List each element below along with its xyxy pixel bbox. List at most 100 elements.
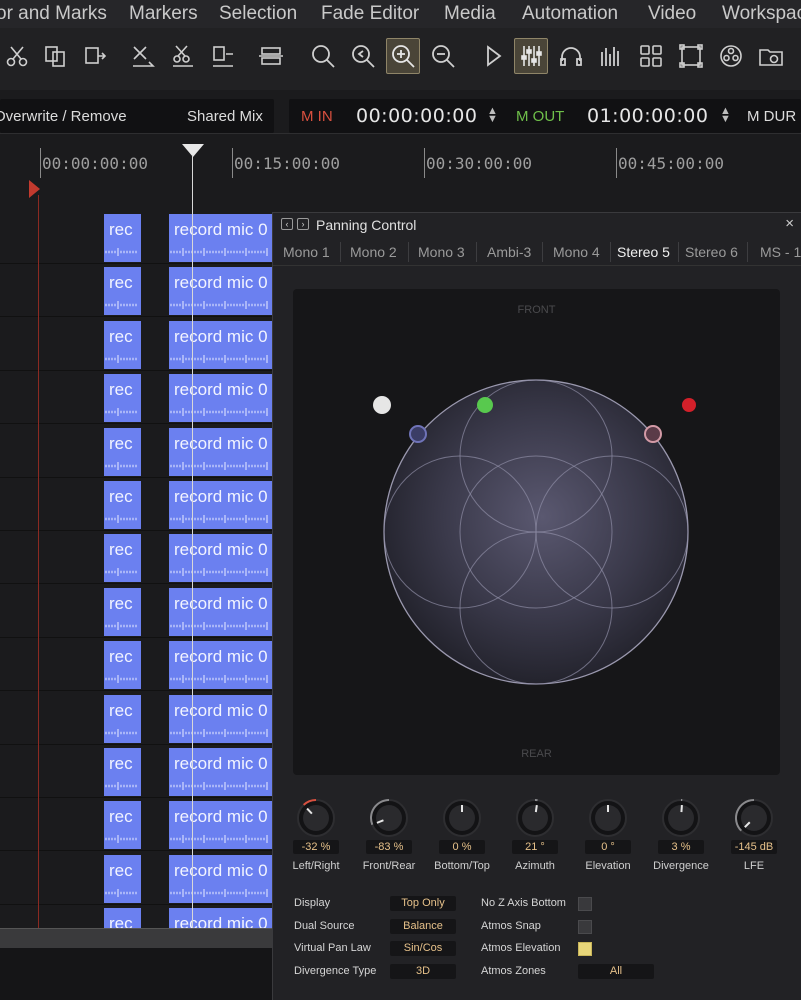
clip-long[interactable]: record mic 0 bbox=[169, 427, 272, 476]
panel-next-icon[interactable]: › bbox=[297, 218, 309, 230]
timeline-ruler[interactable]: 00:00:00:00 00:15:00:00 00:30:00:00 00:4… bbox=[0, 133, 801, 211]
clip-short[interactable]: rec bbox=[104, 267, 141, 316]
clip-short[interactable]: rec bbox=[104, 320, 141, 369]
frame-icon[interactable] bbox=[674, 38, 708, 74]
playhead-line[interactable] bbox=[192, 155, 193, 928]
clip-short[interactable]: rec bbox=[104, 748, 141, 796]
tab-mono-1[interactable]: Mono 1 bbox=[283, 244, 330, 260]
clip-short[interactable]: rec bbox=[104, 908, 141, 928]
panel-prev-icon[interactable]: ‹ bbox=[281, 218, 293, 230]
clip-long[interactable]: record mic 0 bbox=[169, 267, 272, 316]
display-dropdown[interactable]: Top Only bbox=[390, 896, 456, 911]
grid-icon[interactable] bbox=[634, 38, 668, 74]
scissors-icon[interactable] bbox=[0, 38, 34, 74]
knob-value[interactable]: 3 % bbox=[658, 840, 704, 854]
knob-elevation[interactable]: 0 ° Elevation bbox=[573, 796, 643, 876]
playhead-icon[interactable] bbox=[182, 144, 204, 158]
copy-icon[interactable] bbox=[38, 38, 72, 74]
divergence-type-dropdown[interactable]: 3D bbox=[390, 964, 456, 979]
m-out-stepper-icon[interactable]: ▲ ▼ bbox=[720, 106, 731, 125]
menu-editor-and-marks[interactable]: or and Marks bbox=[0, 3, 107, 25]
clip-long[interactable]: record mic 0 bbox=[169, 481, 272, 529]
tab-mono-3[interactable]: Mono 3 bbox=[418, 244, 465, 260]
tab-ms-1[interactable]: MS - 1 bbox=[760, 244, 801, 260]
track-lane[interactable]: rec record mic 0 bbox=[0, 639, 272, 692]
close-icon[interactable]: × bbox=[785, 215, 794, 232]
loop-icon[interactable] bbox=[254, 38, 288, 74]
track-lane[interactable]: rec record mic 0 bbox=[0, 265, 272, 318]
tab-mono-4[interactable]: Mono 4 bbox=[553, 244, 600, 260]
menu-fade-editor[interactable]: Fade Editor bbox=[321, 3, 419, 25]
tab-stereo-5[interactable]: Stereo 5 bbox=[617, 244, 670, 260]
dual-source-dropdown[interactable]: Balance bbox=[390, 919, 456, 934]
m-in-timecode[interactable]: 00:00:00:00 bbox=[356, 105, 477, 127]
overwrite-remove-mode[interactable]: Overwrite / Remove bbox=[0, 108, 127, 125]
track-lane[interactable]: rec record mic 0 bbox=[0, 853, 272, 905]
cut-all-icon[interactable] bbox=[166, 38, 200, 74]
marker-in-flag-icon[interactable] bbox=[29, 180, 41, 198]
mixer-icon[interactable] bbox=[514, 38, 548, 74]
meters-icon[interactable] bbox=[594, 38, 628, 74]
m-in-stepper-icon[interactable]: ▲ ▼ bbox=[487, 106, 498, 125]
folder-icon[interactable] bbox=[754, 38, 788, 74]
knob-value[interactable]: 0 ° bbox=[585, 840, 631, 854]
clip-short[interactable]: rec bbox=[104, 587, 141, 636]
knob-bottom-top[interactable]: 0 % Bottom/Top bbox=[427, 796, 497, 876]
paste-all-icon[interactable] bbox=[206, 38, 240, 74]
cut-delete-icon[interactable] bbox=[126, 38, 160, 74]
knob-left-right[interactable]: -32 % Left/Right bbox=[281, 796, 351, 876]
tab-mono-2[interactable]: Mono 2 bbox=[350, 244, 397, 260]
clip-long[interactable]: record mic 0 bbox=[169, 534, 272, 583]
headphones-icon[interactable] bbox=[554, 38, 588, 74]
track-lane[interactable]: rec record mic 0 bbox=[0, 319, 272, 371]
clip-short[interactable]: rec bbox=[104, 854, 141, 903]
clip-long[interactable]: record mic 0 bbox=[169, 374, 272, 423]
film-reel-icon[interactable] bbox=[714, 38, 748, 74]
clip-short[interactable]: rec bbox=[104, 427, 141, 476]
zoom-out-icon[interactable] bbox=[426, 38, 460, 74]
menu-workspace[interactable]: Workspac bbox=[722, 3, 801, 25]
atmos-snap-checkbox[interactable] bbox=[578, 920, 592, 934]
track-lane[interactable]: rec record mic 0 bbox=[0, 746, 272, 798]
track-lane[interactable]: rec record mic 0 bbox=[0, 372, 272, 425]
track-lane[interactable]: rec record mic 0 bbox=[0, 799, 272, 852]
clip-short[interactable]: rec bbox=[104, 481, 141, 529]
clip-long[interactable]: record mic 0 bbox=[169, 694, 272, 743]
menu-markers[interactable]: Markers bbox=[129, 3, 198, 25]
virtual-pan-law-dropdown[interactable]: Sin/Cos bbox=[390, 941, 456, 956]
track-lane[interactable]: rec record mic 0 bbox=[0, 906, 272, 928]
track-lane[interactable]: rec record mic 0 bbox=[0, 212, 272, 264]
track-lane[interactable]: rec record mic 0 bbox=[0, 586, 272, 638]
knob-divergence[interactable]: 3 % Divergence bbox=[646, 796, 716, 876]
track-lane[interactable]: rec record mic 0 bbox=[0, 426, 272, 478]
menu-selection[interactable]: Selection bbox=[219, 3, 297, 25]
zoom-out-fit-icon[interactable] bbox=[346, 38, 380, 74]
m-out-timecode[interactable]: 01:00:00:00 bbox=[587, 105, 708, 127]
clip-short[interactable]: rec bbox=[104, 641, 141, 690]
panner-sphere[interactable] bbox=[293, 289, 780, 775]
atmos-zones-dropdown[interactable]: All bbox=[578, 964, 654, 979]
menu-automation[interactable]: Automation bbox=[522, 3, 618, 25]
clip-long[interactable]: record mic 0 bbox=[169, 214, 272, 262]
atmos-elevation-checkbox[interactable] bbox=[578, 942, 592, 956]
knob-azimuth[interactable]: 21 ° Azimuth bbox=[500, 796, 570, 876]
tab-ambi-3[interactable]: Ambi-3 bbox=[487, 244, 531, 260]
shared-mix-mode[interactable]: Shared Mix bbox=[187, 108, 263, 125]
knob-value[interactable]: -83 % bbox=[366, 840, 412, 854]
knob-value[interactable]: 21 ° bbox=[512, 840, 558, 854]
clip-short[interactable]: rec bbox=[104, 214, 141, 262]
track-area[interactable]: rec record mic 0 rec record mic 0 rec record … bbox=[0, 212, 272, 928]
knob-value[interactable]: 0 % bbox=[439, 840, 485, 854]
track-lane[interactable]: rec record mic 0 bbox=[0, 479, 272, 531]
knob-front-rear[interactable]: -83 % Front/Rear bbox=[354, 796, 424, 876]
paste-icon[interactable] bbox=[78, 38, 112, 74]
clip-short[interactable]: rec bbox=[104, 374, 141, 423]
clip-short[interactable]: rec bbox=[104, 694, 141, 743]
tab-stereo-6[interactable]: Stereo 6 bbox=[685, 244, 738, 260]
clip-long[interactable]: record mic 0 bbox=[169, 320, 272, 369]
clip-short[interactable]: rec bbox=[104, 801, 141, 850]
panner-field[interactable]: FRONT REAR bbox=[293, 289, 780, 775]
clip-long[interactable]: record mic 0 bbox=[169, 854, 272, 903]
clip-long[interactable]: record mic 0 bbox=[169, 641, 272, 690]
clip-long[interactable]: record mic 0 bbox=[169, 748, 272, 796]
